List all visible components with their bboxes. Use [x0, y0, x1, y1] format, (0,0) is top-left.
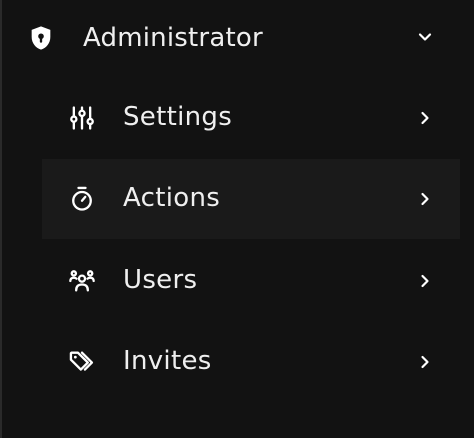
menu-item-users[interactable]: Users [42, 241, 460, 321]
users-label: Users [123, 265, 198, 295]
chevron-right-icon [415, 271, 435, 291]
administrator-label: Administrator [83, 23, 263, 53]
tags-icon [68, 348, 96, 376]
actions-label: Actions [123, 183, 221, 213]
sliders-icon [68, 104, 96, 132]
settings-label: Settings [123, 102, 233, 132]
chevron-right-icon [415, 189, 435, 209]
administrator-section-toggle[interactable]: Administrator [2, 0, 474, 76]
admin-sidebar-panel: Administrator Settings Actions Users Inv… [0, 0, 474, 438]
chevron-down-icon[interactable] [415, 27, 435, 47]
menu-item-invites[interactable]: Invites [42, 322, 460, 402]
menu-item-settings[interactable]: Settings [42, 78, 460, 158]
chevron-right-icon [415, 352, 435, 372]
users-group-icon [68, 267, 96, 295]
invites-label: Invites [123, 346, 212, 376]
stopwatch-icon [68, 185, 96, 213]
menu-item-actions[interactable]: Actions [42, 159, 460, 239]
chevron-right-icon [415, 108, 435, 128]
shield-lock-icon [27, 24, 55, 52]
